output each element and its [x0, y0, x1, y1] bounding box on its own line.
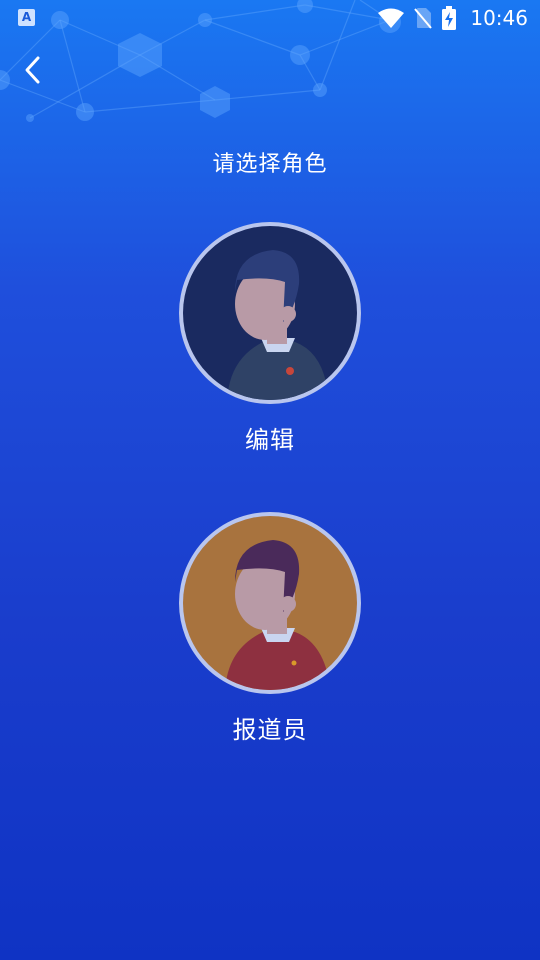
status-icons: 10:46 — [378, 4, 528, 32]
page-title: 请选择角色 — [212, 152, 328, 177]
chevron-left-icon — [25, 56, 40, 84]
reporter-avatar[interactable] — [177, 510, 363, 696]
battery-charging-icon — [442, 6, 457, 30]
role-label-editor: 编辑 — [245, 426, 295, 454]
status-bar: A 10:46 — [0, 0, 540, 36]
role-label-reporter: 报道员 — [232, 716, 308, 744]
no-sim-icon — [414, 8, 433, 29]
editor-avatar[interactable] — [177, 220, 363, 406]
back-button[interactable] — [14, 50, 54, 90]
wifi-icon — [378, 8, 405, 28]
role-option-reporter[interactable]: 报道员 — [0, 510, 540, 750]
app-notification-icon: A — [18, 9, 35, 26]
role-option-editor[interactable]: 编辑 — [0, 220, 540, 460]
clock: 10:46 — [470, 6, 528, 30]
